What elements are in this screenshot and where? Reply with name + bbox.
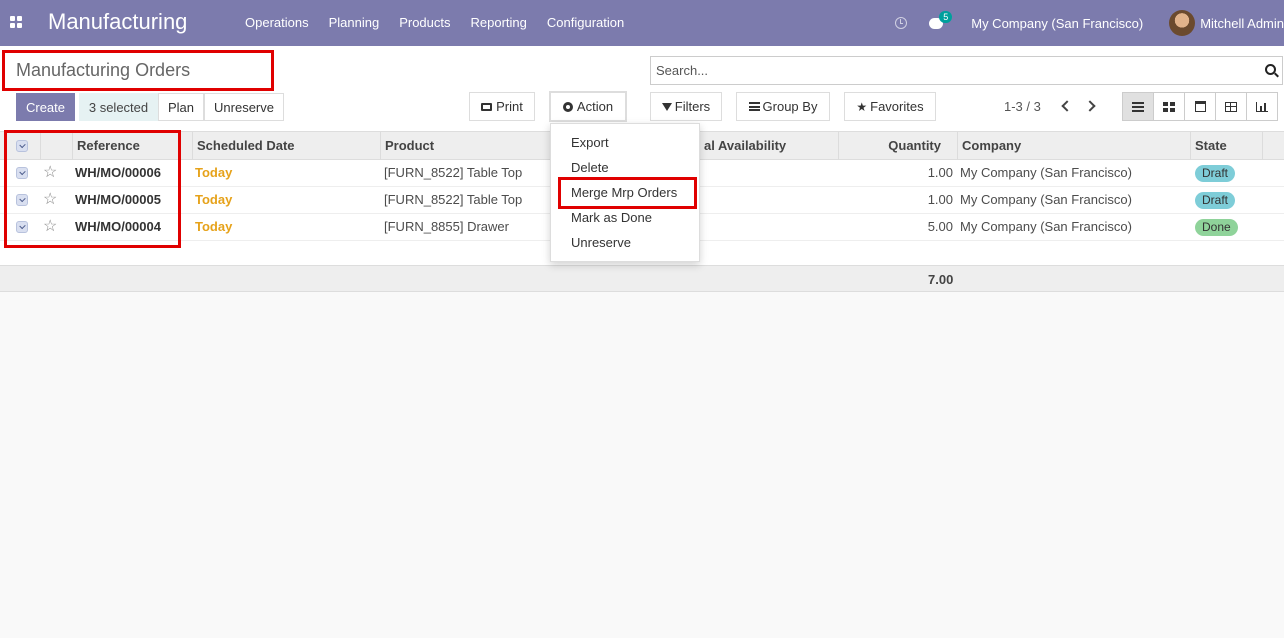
print-label: Print <box>496 99 523 114</box>
pager-previous-icon[interactable] <box>1061 100 1073 112</box>
favorites-button[interactable]: ★ Favorites <box>844 92 936 121</box>
menu-item-unreserve[interactable]: Unreserve <box>571 235 631 250</box>
gear-icon <box>562 101 573 112</box>
row-quantity: 1.00 <box>927 165 953 180</box>
row-product: [FURN_8522] Table Top <box>384 192 523 207</box>
kanban-view-icon <box>1163 101 1175 112</box>
pivot-view-button[interactable] <box>1215 92 1247 121</box>
highlight-box-merge <box>558 177 697 209</box>
action-button[interactable]: Action <box>550 92 626 121</box>
header-scheduled-date[interactable]: Scheduled Date <box>192 132 380 160</box>
top-navbar: Manufacturing Operations Planning Produc… <box>0 0 1284 46</box>
star-icon: ★ <box>856 99 868 114</box>
search-icon[interactable] <box>1265 64 1276 75</box>
row-scheduled-date: Today <box>195 219 233 234</box>
activity-clock-icon[interactable] <box>895 17 908 29</box>
bars-icon <box>748 102 760 111</box>
pager-next-icon[interactable] <box>1084 100 1096 112</box>
list-view-icon <box>1132 101 1144 112</box>
filters-button[interactable]: Filters <box>650 92 722 121</box>
menu-operations[interactable]: Operations <box>245 15 309 30</box>
graph-view-icon <box>1256 101 1268 112</box>
row-scheduled-date: Today <box>195 192 233 207</box>
graph-view-button[interactable] <box>1246 92 1278 121</box>
pager-value[interactable]: 1-3 / 3 <box>1004 99 1041 114</box>
status-badge: Draft <box>1195 192 1236 209</box>
table-footer: 7.00 <box>0 266 1284 292</box>
calendar-view-icon <box>1194 101 1206 112</box>
favorites-label: Favorites <box>870 99 924 114</box>
main-menu: Operations Planning Products Reporting C… <box>235 15 634 30</box>
row-product: [FURN_8522] Table Top <box>384 165 523 180</box>
view-switcher <box>1122 92 1278 121</box>
header-state[interactable]: State <box>1190 132 1262 160</box>
print-icon <box>481 102 493 111</box>
print-button[interactable]: Print <box>469 92 535 121</box>
menu-products[interactable]: Products <box>399 15 450 30</box>
highlight-box-title <box>2 50 274 91</box>
header-product[interactable]: Product <box>380 132 550 160</box>
menu-planning[interactable]: Planning <box>329 15 380 30</box>
row-company: My Company (San Francisco) <box>960 192 1132 207</box>
group-by-button[interactable]: Group By <box>736 92 830 121</box>
plan-button[interactable]: Plan <box>158 93 204 121</box>
menu-item-mark-as-done[interactable]: Mark as Done <box>571 210 652 225</box>
filter-icon <box>661 102 672 111</box>
row-scheduled-date: Today <box>195 165 233 180</box>
status-badge: Draft <box>1195 165 1236 182</box>
menu-reporting[interactable]: Reporting <box>471 15 527 30</box>
kanban-view-button[interactable] <box>1153 92 1185 121</box>
pivot-view-icon <box>1225 101 1237 112</box>
optional-columns-toggle[interactable] <box>1262 132 1274 160</box>
status-badge: Done <box>1195 219 1238 236</box>
control-panel: Manufacturing Orders Create 3 selected P… <box>0 46 1284 131</box>
chat-badge: 5 <box>939 10 953 23</box>
navbar-right: 5 My Company (San Francisco) Mitchell Ad… <box>895 0 1284 46</box>
app-title[interactable]: Manufacturing <box>48 9 187 35</box>
user-menu[interactable]: Mitchell Admin <box>1200 16 1284 31</box>
calendar-view-button[interactable] <box>1184 92 1216 121</box>
row-company: My Company (San Francisco) <box>960 165 1132 180</box>
company-switcher[interactable]: My Company (San Francisco) <box>971 16 1143 31</box>
menu-configuration[interactable]: Configuration <box>547 15 624 30</box>
search-input[interactable] <box>651 57 1241 84</box>
header-availability[interactable]: al Availability <box>700 132 838 160</box>
group-by-label: Group By <box>762 99 818 114</box>
create-button[interactable]: Create <box>16 93 75 121</box>
chat-icon[interactable]: 5 <box>929 10 953 29</box>
filters-label: Filters <box>674 99 711 114</box>
menu-item-delete[interactable]: Delete <box>571 160 609 175</box>
row-company: My Company (San Francisco) <box>960 219 1132 234</box>
header-company[interactable]: Company <box>957 132 1190 160</box>
selected-count: 3 selected <box>79 93 158 121</box>
row-quantity: 1.00 <box>927 192 953 207</box>
header-quantity[interactable]: Quantity <box>838 132 958 160</box>
search-bar <box>650 56 1283 85</box>
menu-item-export[interactable]: Export <box>571 135 609 150</box>
highlight-box-rows <box>4 130 181 248</box>
unreserve-button[interactable]: Unreserve <box>204 93 284 121</box>
list-view-button[interactable] <box>1122 92 1154 121</box>
row-quantity: 5.00 <box>927 219 953 234</box>
row-product: [FURN_8855] Drawer <box>384 219 509 234</box>
action-label: Action <box>576 99 614 114</box>
user-avatar[interactable] <box>1169 10 1196 36</box>
total-quantity: 7.00 <box>928 272 954 287</box>
apps-menu-icon[interactable] <box>10 16 22 28</box>
